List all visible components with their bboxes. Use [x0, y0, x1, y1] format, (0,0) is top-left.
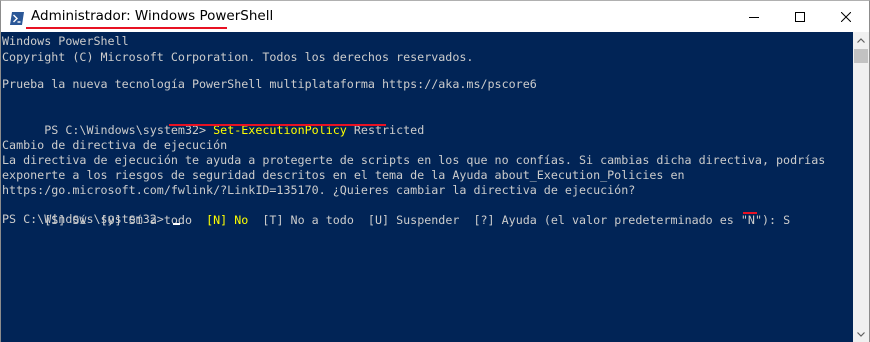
choice-options-rest: [T] No a todo [U] Suspender [?] Ayuda (e… [248, 213, 784, 227]
close-icon [841, 11, 851, 22]
powershell-window: Administrador: Windows PowerShell Window… [0, 0, 870, 342]
default-choice: [N] No [206, 213, 249, 227]
scrollbar-thumb[interactable] [854, 49, 868, 63]
powershell-icon[interactable] [10, 10, 24, 25]
console-line: Copyright (C) Microsoft Corporation. Tod… [2, 50, 474, 64]
console-line: Cambio de directiva de ejecución [2, 138, 228, 152]
maximize-button[interactable] [777, 1, 823, 32]
maximize-icon [795, 11, 805, 22]
scroll-up-button[interactable] [853, 32, 869, 48]
console-output[interactable]: Windows PowerShell Copyright (C) Microso… [1, 32, 853, 342]
console-line: Prueba la nueva tecnología PowerShell mu… [2, 77, 537, 91]
command-line: PS C:\Windows\system32> Set-ExecutionPol… [2, 106, 424, 137]
vertical-scrollbar[interactable] [853, 32, 869, 342]
choice-prompt-line: [S] Sí [O] Sí a todo [N] No [T] No a tod… [2, 196, 790, 227]
chevron-down-icon [857, 331, 865, 337]
console-line: La directiva de ejecución te ayuda a pro… [2, 153, 826, 167]
console-line: exponerte a los riesgos de seguridad des… [2, 168, 685, 182]
minimize-button[interactable] [731, 1, 777, 32]
close-button[interactable] [823, 1, 869, 32]
window-title: Administrador: Windows PowerShell [31, 8, 274, 24]
text-cursor [173, 223, 180, 225]
title-annotation-underline [26, 27, 227, 29]
chevron-up-icon [857, 37, 865, 43]
user-answer: S [783, 213, 791, 227]
answer-annotation-underline [743, 212, 757, 214]
scroll-down-button[interactable] [853, 326, 869, 342]
console-line: PS C:\Windows\system32> [2, 212, 171, 226]
command-annotation-underline [169, 124, 386, 126]
console-line: Windows PowerShell [2, 34, 129, 48]
title-bar[interactable]: Administrador: Windows PowerShell [1, 1, 869, 32]
minimize-icon [749, 16, 759, 18]
